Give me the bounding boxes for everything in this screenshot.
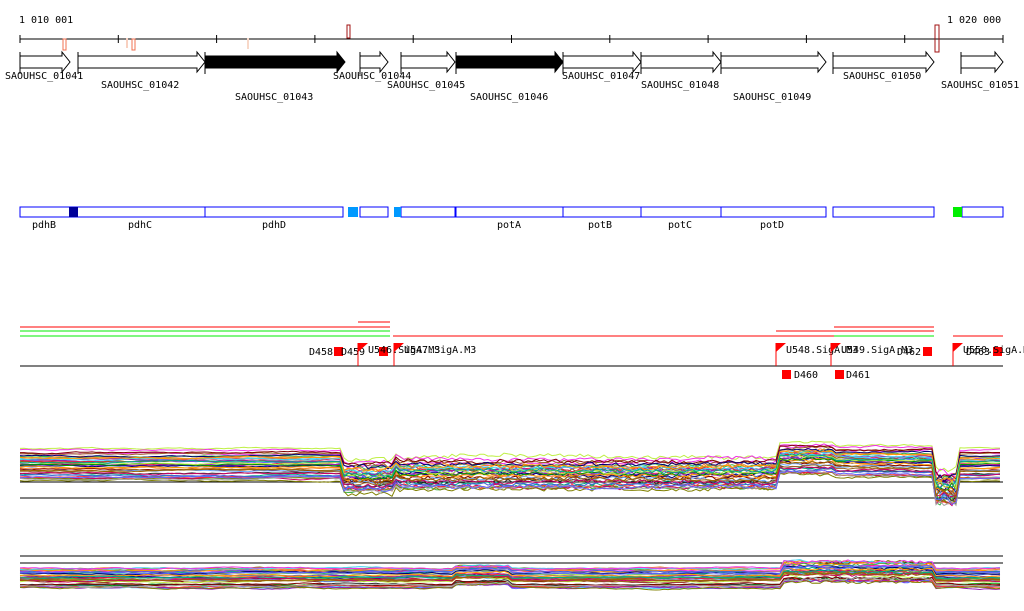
- feature-box[interactable]: [19, 206, 344, 218]
- feature-label: pdhD: [262, 220, 286, 231]
- genome-browser: 1 010 001 1 020 000 SAOUHSC_01041 SAOUHSC…: [0, 0, 1024, 611]
- variant-mark: [346, 24, 351, 39]
- down-marker[interactable]: [923, 347, 932, 356]
- ruler-track: 1 010 001 1 020 000: [19, 15, 1004, 53]
- feature-label: potC: [668, 220, 692, 231]
- feature-block[interactable]: [69, 207, 78, 217]
- feature-box[interactable]: [455, 206, 564, 218]
- ruler-end-label: 1 020 000: [947, 15, 1001, 26]
- up-marker-label: U547.SigA.M3: [404, 345, 476, 356]
- feature-box[interactable]: [832, 206, 935, 218]
- feature-label: potA: [497, 220, 521, 231]
- gene-label: SAOUHSC_01050: [843, 71, 921, 82]
- down-marker-label: D458: [309, 347, 333, 358]
- gene-label: SAOUHSC_01047: [562, 71, 640, 82]
- feature-box[interactable]: [359, 206, 389, 218]
- gene-arrow[interactable]: [720, 50, 827, 74]
- gene-arrow[interactable]: [400, 50, 456, 74]
- variant-mark: [126, 38, 128, 48]
- gene-label: SAOUHSC_01046: [470, 92, 548, 103]
- gene-arrow[interactable]: [562, 50, 642, 74]
- up-marker-flag[interactable]: [776, 343, 786, 352]
- ruler-start-label: 1 010 001: [19, 15, 73, 26]
- gene-label: SAOUHSC_01045: [387, 80, 465, 91]
- down-marker[interactable]: [835, 370, 844, 379]
- feature-label: pdhC: [128, 220, 152, 231]
- gene-label: SAOUHSC_01042: [101, 80, 179, 91]
- feature-box[interactable]: [961, 206, 1004, 218]
- gene-arrow[interactable]: [832, 50, 935, 74]
- down-marker-label: D461: [846, 370, 870, 381]
- gene-label: SAOUHSC_01049: [733, 92, 811, 103]
- feature-block[interactable]: [394, 207, 401, 217]
- down-marker[interactable]: [782, 370, 791, 379]
- gene-label: SAOUHSC_01051: [941, 80, 1019, 91]
- variant-mark: [131, 38, 136, 51]
- expression-plot-top: [19, 440, 1003, 507]
- genome-tracks: 1 010 001 1 020 000 SAOUHSC_01041SAOUHSC…: [5, 15, 1024, 591]
- expression-line: [19, 470, 1001, 507]
- feature-box[interactable]: [400, 206, 456, 218]
- feature-label: pdhB: [32, 220, 56, 231]
- up-marker-label: U550.SigA.M3: [963, 345, 1024, 356]
- up-marker-label: U549.SigA.M3: [841, 345, 913, 356]
- gene-label: SAOUHSC_01041: [5, 71, 83, 82]
- gene-arrow[interactable]: [204, 50, 346, 74]
- feature-track: pdhB pdhC pdhD potA potB potC potD: [19, 206, 1004, 231]
- gene-arrow[interactable]: [359, 50, 389, 74]
- feature-box[interactable]: [640, 206, 722, 218]
- feature-label: potB: [588, 220, 612, 231]
- variant-mark: [62, 38, 67, 51]
- gene-arrow[interactable]: [640, 50, 722, 74]
- expression-plot-bottom: [19, 555, 1003, 591]
- gene-arrow[interactable]: [960, 50, 1004, 74]
- feature-box[interactable]: [720, 206, 827, 218]
- variant-mark: [247, 38, 249, 49]
- gene-arrow[interactable]: [77, 50, 206, 74]
- marker-track: D458 D459D460 D461D462 D463U546.SigA.M3U547…: [20, 321, 1024, 381]
- gene-track: SAOUHSC_01041 SAOUHSC_01042 SAOUHSC_01043 S…: [5, 50, 1019, 103]
- feature-label: potD: [760, 220, 784, 231]
- down-marker-label: D460: [794, 370, 818, 381]
- up-marker-flag[interactable]: [953, 343, 963, 352]
- gene-arrow[interactable]: [455, 50, 564, 74]
- gene-label: SAOUHSC_01048: [641, 80, 719, 91]
- gene-label: SAOUHSC_01043: [235, 92, 313, 103]
- feature-block[interactable]: [953, 207, 962, 217]
- gene-arrow[interactable]: [19, 50, 71, 74]
- feature-box[interactable]: [562, 206, 642, 218]
- feature-block[interactable]: [348, 207, 358, 217]
